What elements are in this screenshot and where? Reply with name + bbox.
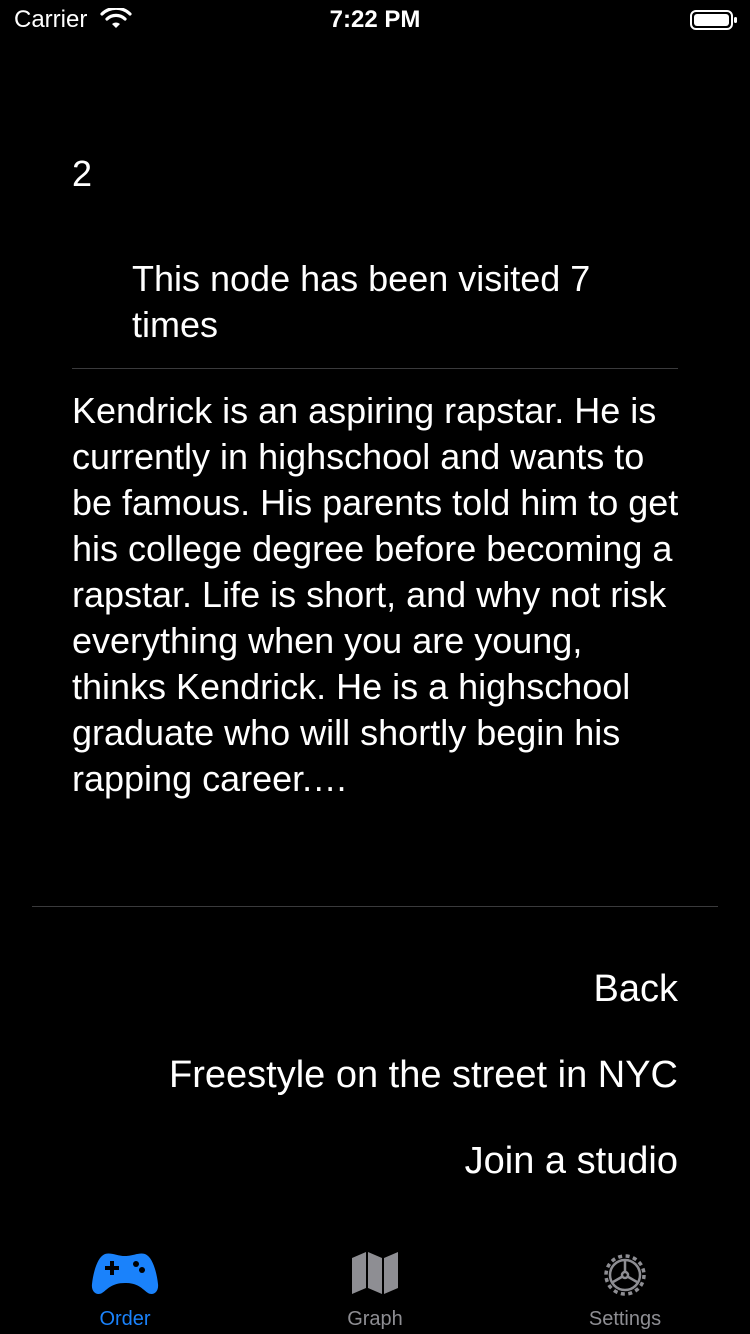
node-number: 2 bbox=[72, 153, 93, 194]
status-bar: Carrier 7:22 PM bbox=[0, 0, 750, 40]
gear-icon bbox=[500, 1250, 750, 1300]
map-icon bbox=[250, 1250, 500, 1300]
tab-label: Settings bbox=[588, 1308, 662, 1330]
tab-order[interactable]: Order bbox=[0, 1236, 250, 1334]
gamecontroller-icon bbox=[0, 1250, 250, 1300]
tab-label: Order bbox=[99, 1308, 151, 1330]
tab-bar: Order Graph Settings bbox=[0, 1236, 750, 1334]
back-button[interactable]: Back bbox=[72, 964, 678, 1014]
choice-freestyle-button[interactable]: Freestyle on the street in NYC bbox=[72, 1050, 678, 1100]
battery-icon bbox=[690, 8, 738, 32]
status-time: 7:22 PM bbox=[329, 6, 421, 33]
tab-label: Graph bbox=[347, 1308, 403, 1330]
divider bbox=[32, 906, 718, 907]
tab-settings[interactable]: Settings bbox=[500, 1236, 750, 1334]
tab-graph[interactable]: Graph bbox=[250, 1236, 500, 1334]
choice-list: Back Freestyle on the street in NYC Join… bbox=[72, 964, 678, 1222]
choice-join-studio-button[interactable]: Join a studio bbox=[72, 1136, 678, 1186]
story-text: Kendrick is an aspiring rapstar. He is c… bbox=[72, 390, 679, 799]
visit-count-text: This node has been visited 7 times bbox=[132, 258, 591, 345]
divider bbox=[72, 368, 678, 369]
